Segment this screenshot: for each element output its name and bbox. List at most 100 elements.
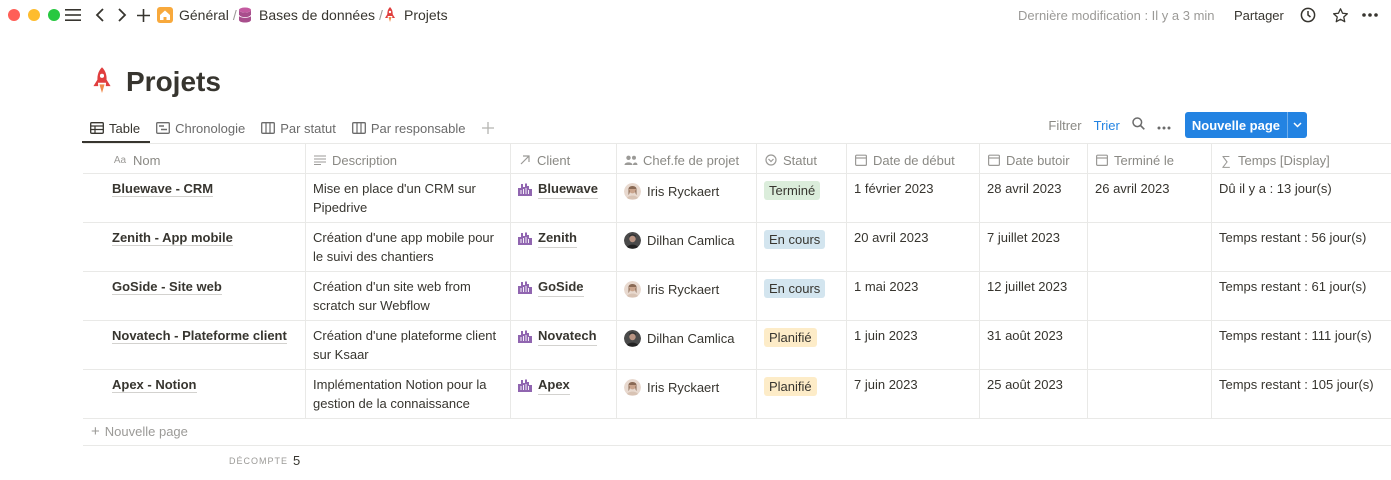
- table-cell[interactable]: Novatech - Plateforme client: [83, 321, 305, 369]
- table-cell[interactable]: Temps restant : 61 jour(s): [1211, 272, 1391, 320]
- table-cell[interactable]: Iris Ryckaert: [616, 370, 756, 418]
- table-cell[interactable]: [1087, 321, 1211, 369]
- status-badge[interactable]: Planifié: [764, 377, 817, 396]
- column-header-date-debut[interactable]: Date de début: [846, 144, 979, 173]
- client-link[interactable]: Zenith: [538, 228, 577, 248]
- tab-par-statut[interactable]: Par statut: [253, 115, 344, 141]
- table-cell[interactable]: Temps restant : 56 jour(s): [1211, 223, 1391, 271]
- column-header-date-butoir[interactable]: Date butoir: [979, 144, 1087, 173]
- table-cell[interactable]: En cours: [756, 272, 846, 320]
- table-cell[interactable]: Mise en place d'un CRM sur Pipedrive: [305, 174, 510, 222]
- table-cell[interactable]: 7 juin 2023: [846, 370, 979, 418]
- column-header-nom[interactable]: Aa Nom: [83, 144, 305, 173]
- table-cell[interactable]: [1087, 272, 1211, 320]
- project-name[interactable]: Apex - Notion: [112, 377, 197, 393]
- table-row[interactable]: Bluewave - CRM Mise en place d'un CRM sur…: [83, 174, 1391, 223]
- table-cell[interactable]: Terminé: [756, 174, 846, 222]
- table-cell[interactable]: Création d'une app mobile pour le suivi d…: [305, 223, 510, 271]
- chevron-down-icon[interactable]: [1287, 112, 1307, 138]
- status-badge[interactable]: En cours: [764, 279, 826, 298]
- add-icon[interactable]: [135, 5, 151, 25]
- table-cell[interactable]: 7 juillet 2023: [979, 223, 1087, 271]
- tab-par-responsable[interactable]: Par responsable: [344, 115, 474, 141]
- table-cell[interactable]: Planifié: [756, 321, 846, 369]
- table-cell[interactable]: 1 juin 2023: [846, 321, 979, 369]
- table-cell[interactable]: 28 avril 2023: [979, 174, 1087, 222]
- table-cell[interactable]: Zenith - App mobile: [83, 223, 305, 271]
- tab-chronologie[interactable]: Chronologie: [148, 115, 253, 141]
- table-cell[interactable]: Temps restant : 105 jour(s): [1211, 370, 1391, 418]
- column-header-description[interactable]: Description: [305, 144, 510, 173]
- table-cell[interactable]: Zenith: [510, 223, 616, 271]
- client-link[interactable]: Novatech: [538, 326, 597, 346]
- table-cell[interactable]: 26 avril 2023: [1087, 174, 1211, 222]
- add-new-page-row[interactable]: + Nouvelle page: [83, 418, 1391, 446]
- table-cell[interactable]: [1087, 223, 1211, 271]
- table-cell[interactable]: 1 février 2023: [846, 174, 979, 222]
- table-row[interactable]: Zenith - App mobile Création d'une app mo…: [83, 223, 1391, 272]
- table-cell[interactable]: 12 juillet 2023: [979, 272, 1087, 320]
- window-maximize-button[interactable]: [48, 9, 60, 21]
- table-cell[interactable]: Création d'une plateforme client sur Ksaa…: [305, 321, 510, 369]
- filter-button[interactable]: Filtrer: [1048, 118, 1081, 133]
- table-cell[interactable]: Planifié: [756, 370, 846, 418]
- status-badge[interactable]: En cours: [764, 230, 826, 249]
- table-cell[interactable]: Iris Ryckaert: [616, 272, 756, 320]
- breadcrumb-general[interactable]: Général /: [157, 6, 237, 24]
- tab-table[interactable]: Table: [82, 115, 148, 141]
- breadcrumb-projets[interactable]: Projets: [382, 6, 448, 24]
- table-cell[interactable]: Apex: [510, 370, 616, 418]
- table-cell[interactable]: Dû il y a : 13 jour(s): [1211, 174, 1391, 222]
- table-cell[interactable]: 31 août 2023: [979, 321, 1087, 369]
- add-view-button[interactable]: [474, 115, 507, 141]
- table-cell[interactable]: 20 avril 2023: [846, 223, 979, 271]
- search-icon[interactable]: [1132, 117, 1145, 133]
- table-cell[interactable]: [1087, 370, 1211, 418]
- breadcrumb-databases[interactable]: Bases de données /: [237, 6, 383, 24]
- table-cell[interactable]: Temps restant : 111 jour(s): [1211, 321, 1391, 369]
- more-icon[interactable]: [1361, 5, 1379, 25]
- client-link[interactable]: Apex: [538, 375, 570, 395]
- menu-icon[interactable]: [64, 5, 82, 25]
- column-header-statut[interactable]: Statut: [756, 144, 846, 173]
- table-cell[interactable]: Bluewave: [510, 174, 616, 222]
- page-title[interactable]: Projets: [126, 66, 221, 98]
- table-cell[interactable]: 1 mai 2023: [846, 272, 979, 320]
- star-icon[interactable]: [1331, 5, 1349, 25]
- table-cell[interactable]: En cours: [756, 223, 846, 271]
- table-row[interactable]: Apex - Notion Implémentation Notion pour …: [83, 370, 1391, 419]
- client-link[interactable]: GoSide: [538, 277, 584, 297]
- sort-button[interactable]: Trier: [1094, 118, 1120, 133]
- new-page-button[interactable]: Nouvelle page: [1184, 112, 1307, 138]
- table-cell[interactable]: Dilhan Camlica: [616, 321, 756, 369]
- column-header-temps[interactable]: ∑ Temps [Display]: [1211, 144, 1391, 173]
- table-cell[interactable]: Novatech: [510, 321, 616, 369]
- table-cell[interactable]: GoSide - Site web: [83, 272, 305, 320]
- table-cell[interactable]: Bluewave - CRM: [83, 174, 305, 222]
- rocket-icon[interactable]: [90, 66, 114, 99]
- history-icon[interactable]: [1299, 5, 1317, 25]
- table-cell[interactable]: Iris Ryckaert: [616, 174, 756, 222]
- column-header-client[interactable]: Client: [510, 144, 616, 173]
- column-header-chef-de-projet[interactable]: Chef.fe de projet: [616, 144, 756, 173]
- table-cell[interactable]: Apex - Notion: [83, 370, 305, 418]
- table-row[interactable]: GoSide - Site web Création d'un site web …: [83, 272, 1391, 321]
- column-header-termine-le[interactable]: Terminé le: [1087, 144, 1211, 173]
- table-cell[interactable]: 25 août 2023: [979, 370, 1087, 418]
- window-minimize-button[interactable]: [28, 9, 40, 21]
- table-cell[interactable]: Création d'un site web from scratch sur W…: [305, 272, 510, 320]
- client-link[interactable]: Bluewave: [538, 179, 598, 199]
- project-name[interactable]: Bluewave - CRM: [112, 181, 214, 197]
- table-row[interactable]: Novatech - Plateforme client Création d'u…: [83, 321, 1391, 370]
- project-name[interactable]: GoSide - Site web: [112, 279, 222, 295]
- forward-icon[interactable]: [114, 5, 130, 25]
- status-badge[interactable]: Terminé: [764, 181, 821, 200]
- project-name[interactable]: Novatech - Plateforme client: [112, 328, 287, 344]
- status-badge[interactable]: Planifié: [764, 328, 817, 347]
- project-name[interactable]: Zenith - App mobile: [112, 230, 233, 246]
- more-options-icon[interactable]: [1157, 118, 1171, 133]
- back-icon[interactable]: [92, 5, 108, 25]
- share-button[interactable]: Partager: [1234, 6, 1284, 24]
- window-close-button[interactable]: [8, 9, 20, 21]
- table-cell[interactable]: GoSide: [510, 272, 616, 320]
